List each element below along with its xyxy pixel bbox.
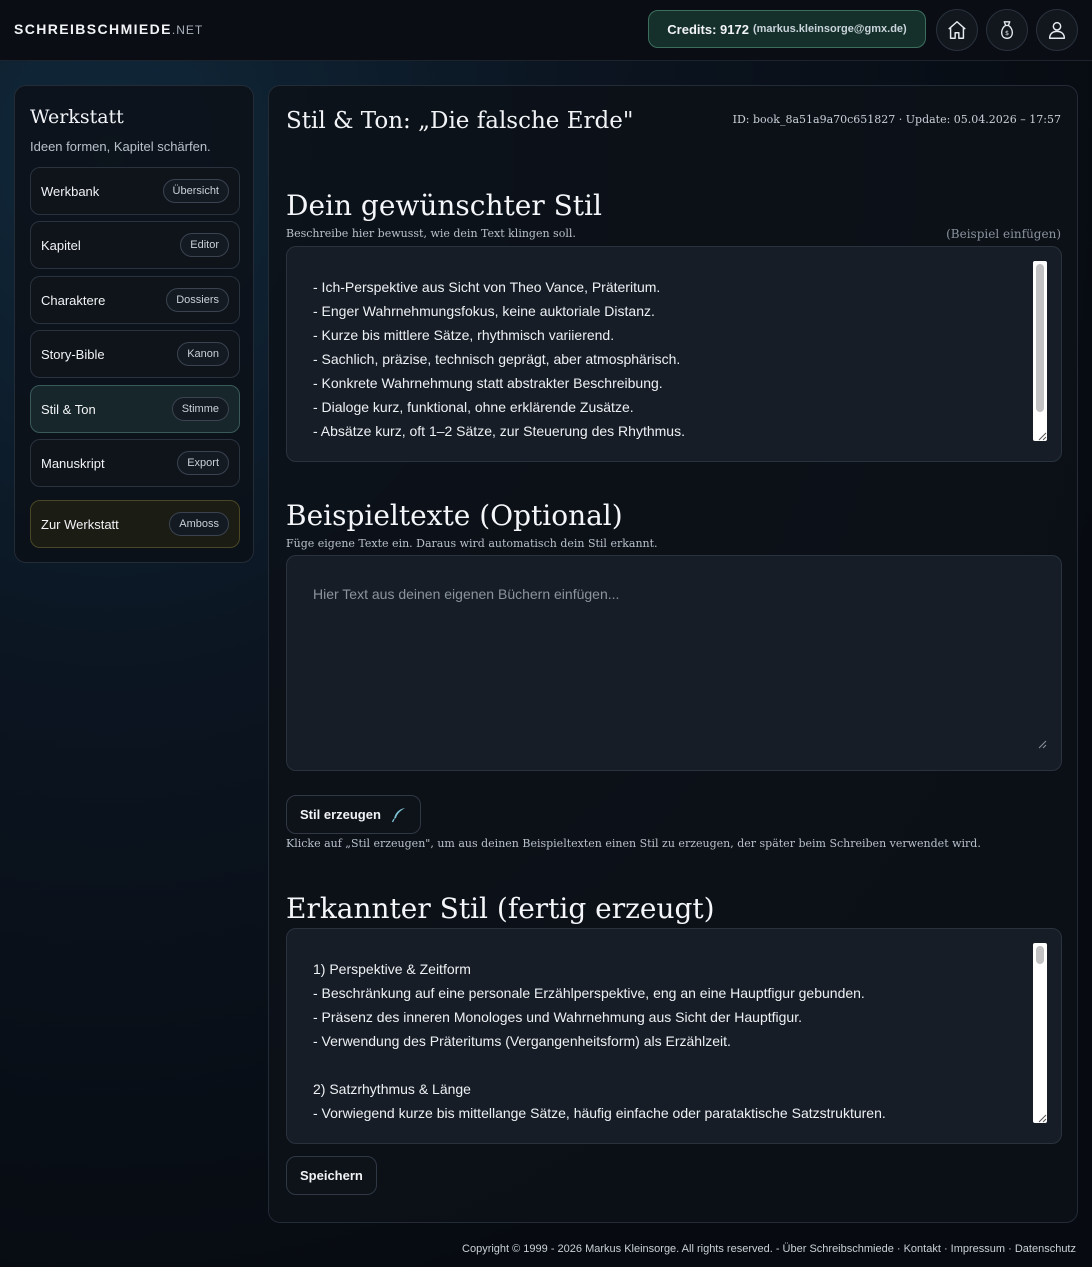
- sidebar-item-label: Story-Bible: [41, 346, 105, 362]
- style-scrollbar[interactable]: [1033, 261, 1047, 441]
- text-line: - Beschränkung auf eine personale Erzähl…: [313, 985, 865, 1001]
- examples-textarea[interactable]: Hier Text aus deinen eigenen Büchern ein…: [286, 555, 1062, 771]
- home-button[interactable]: [936, 9, 978, 51]
- sidebar-item-label: Charaktere: [41, 292, 106, 308]
- credits-label: Credits: 9172: [667, 21, 749, 37]
- style-textarea-content: - Ich-Perspektive aus Sicht von Theo Van…: [313, 275, 685, 443]
- page-title: Stil & Ton: „Die falsche Erde": [286, 108, 634, 134]
- style-scroll-thumb[interactable]: [1036, 264, 1044, 412]
- text-line: - Kurze bis mittlere Sätze, rhythmisch v…: [313, 327, 615, 343]
- style-description: Beschreibe hier bewusst, wie dein Text k…: [286, 227, 576, 240]
- quill-icon: [391, 807, 405, 822]
- insert-example-link[interactable]: (Beispiel einfügen): [946, 227, 1061, 241]
- text-line: - Verwendung des Präteritums (Vergangenh…: [313, 1033, 731, 1049]
- sidebar: Werkstatt Ideen formen, Kapitel schärfen…: [14, 85, 254, 563]
- sidebar-item-stil-ton[interactable]: Stil & Ton Stimme: [30, 385, 240, 433]
- sidebar-item-label: Werkbank: [41, 183, 100, 199]
- resize-grip-icon[interactable]: [1037, 1113, 1047, 1123]
- logo[interactable]: SCHREIBSCHMIEDE.NET: [14, 21, 203, 37]
- sidebar-item-manuskript[interactable]: Manuskript Export: [30, 439, 240, 487]
- detected-scrollbar[interactable]: [1033, 943, 1047, 1123]
- text-line: [313, 1053, 886, 1077]
- save-button[interactable]: Speichern: [286, 1156, 377, 1195]
- profile-button[interactable]: [1036, 9, 1078, 51]
- logo-tld: .NET: [171, 23, 204, 37]
- examples-heading: Beispieltexte (Optional): [286, 499, 623, 532]
- detected-textarea-content: 1) Perspektive & Zeitform - Beschränkung …: [313, 957, 886, 1125]
- generate-style-button[interactable]: Stil erzeugen: [286, 795, 421, 834]
- sidebar-item-werkbank[interactable]: Werkbank Übersicht: [30, 167, 240, 215]
- generate-hint: Klicke auf „Stil erzeugen", um aus deine…: [286, 837, 981, 850]
- sidebar-item-label: Manuskript: [41, 455, 105, 471]
- text-line: 1) Perspektive & Zeitform: [313, 961, 471, 977]
- examples-description: Füge eigene Texte ein. Daraus wird autom…: [286, 537, 658, 550]
- text-line: 2) Satzrhythmus & Länge: [313, 1081, 471, 1097]
- sidebar-title: Werkstatt: [30, 106, 124, 128]
- resize-grip-icon[interactable]: [1037, 739, 1047, 749]
- user-icon: [1048, 21, 1066, 39]
- sidebar-subtitle: Ideen formen, Kapitel schärfen.: [30, 139, 211, 154]
- credits-badge[interactable]: Credits: 9172 (markus.kleinsorge@gmx.de): [648, 10, 926, 48]
- sidebar-item-zur-werkstatt[interactable]: Zur Werkstatt Amboss: [30, 500, 240, 548]
- text-line: - Dialoge kurz, funktional, ohne erkläre…: [313, 399, 634, 415]
- home-icon: [948, 21, 966, 39]
- top-bar: SCHREIBSCHMIEDE.NET Credits: 9172 (marku…: [0, 0, 1092, 61]
- sidebar-item-badge: Amboss: [169, 512, 229, 536]
- text-line: - Konkrete Wahrnehmung statt abstrakter …: [313, 375, 663, 391]
- detected-textarea[interactable]: 1) Perspektive & Zeitform - Beschränkung …: [286, 928, 1062, 1144]
- sidebar-item-charaktere[interactable]: Charaktere Dossiers: [30, 276, 240, 324]
- logo-text: SCHREIBSCHMIEDE: [14, 21, 172, 37]
- money-bag-icon: $: [1000, 21, 1014, 39]
- text-line: - Vorwiegend kurze bis mittellange Sätze…: [313, 1105, 886, 1121]
- svg-text:$: $: [1005, 29, 1009, 37]
- credits-email: (markus.kleinsorge@gmx.de): [752, 23, 907, 35]
- sidebar-item-badge: Editor: [180, 233, 229, 257]
- style-textarea[interactable]: - Ich-Perspektive aus Sicht von Theo Van…: [286, 246, 1062, 462]
- text-line: - Absätze kurz, oft 1–2 Sätze, zur Steue…: [313, 423, 685, 439]
- text-line: - Enger Wahrnehmungsfokus, keine auktori…: [313, 303, 655, 319]
- credits-shop-button[interactable]: $: [986, 9, 1028, 51]
- style-heading: Dein gewünschter Stil: [286, 189, 602, 222]
- sidebar-item-badge: Kanon: [177, 342, 229, 366]
- main-panel: Stil & Ton: „Die falsche Erde" ID: book_…: [268, 85, 1078, 1223]
- sidebar-item-kapitel[interactable]: Kapitel Editor: [30, 221, 240, 269]
- text-line: - Ich-Perspektive aus Sicht von Theo Van…: [313, 279, 661, 295]
- sidebar-item-label: Kapitel: [41, 237, 81, 253]
- sidebar-item-label: Zur Werkstatt: [41, 516, 119, 532]
- book-meta: ID: book_8a51a9a70c651827 · Update: 05.0…: [732, 113, 1061, 126]
- footer: Copyright © 1999 - 2026 Markus Kleinsorg…: [462, 1243, 1076, 1255]
- sidebar-item-badge: Export: [177, 451, 229, 475]
- resize-grip-icon[interactable]: [1037, 431, 1047, 441]
- examples-placeholder: Hier Text aus deinen eigenen Büchern ein…: [313, 586, 620, 602]
- sidebar-item-badge: Stimme: [171, 397, 229, 421]
- sidebar-item-badge: Übersicht: [162, 179, 229, 203]
- sidebar-item-label: Stil & Ton: [41, 401, 96, 417]
- detected-heading: Erkannter Stil (fertig erzeugt): [286, 892, 715, 925]
- text-line: - Sachlich, präzise, technisch geprägt, …: [313, 351, 681, 367]
- sidebar-item-badge: Dossiers: [166, 288, 229, 312]
- text-line: - Präsenz des inneren Monologes und Wahr…: [313, 1009, 802, 1025]
- sidebar-item-story-bible[interactable]: Story-Bible Kanon: [30, 330, 240, 378]
- generate-style-label: Stil erzeugen: [300, 807, 381, 822]
- detected-scroll-thumb[interactable]: [1036, 946, 1044, 964]
- save-label: Speichern: [300, 1168, 363, 1183]
